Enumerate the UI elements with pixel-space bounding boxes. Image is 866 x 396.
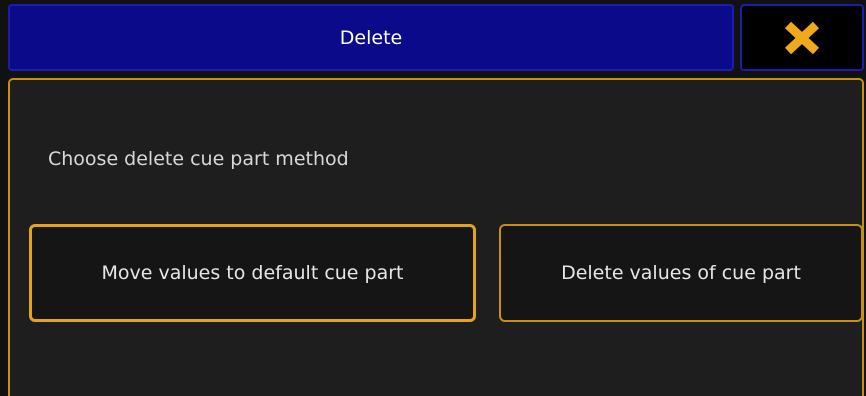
move-values-to-default-button[interactable]: Move values to default cue part [29, 224, 476, 322]
dialog-content: Choose delete cue part method Move value… [8, 78, 864, 396]
close-icon [784, 21, 820, 54]
delete-dialog: Delete Choose delete cue part method Mov… [0, 0, 866, 396]
dialog-title-bar: Delete [8, 4, 734, 71]
dialog-title: Delete [339, 26, 403, 49]
close-button[interactable] [740, 4, 864, 71]
delete-values-button[interactable]: Delete values of cue part [499, 224, 863, 322]
prompt-text: Choose delete cue part method [48, 148, 349, 170]
